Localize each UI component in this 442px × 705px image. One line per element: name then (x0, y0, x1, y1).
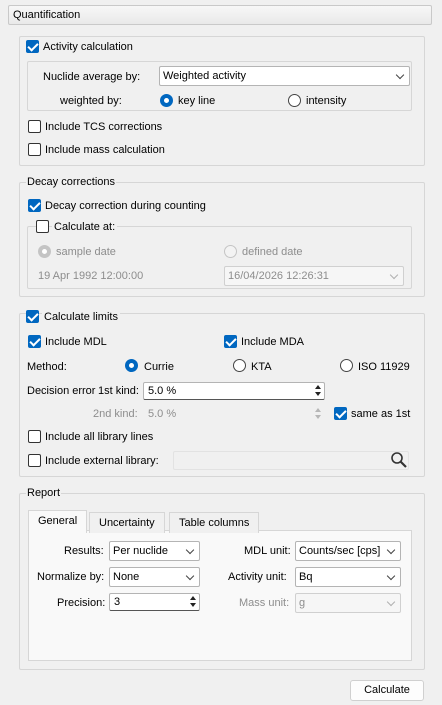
radio-defined-date-label: defined date (242, 246, 303, 258)
decay-during-counting-checkbox[interactable] (28, 199, 41, 212)
radio-sample-date-label: sample date (56, 246, 116, 258)
same-as-first-checkbox[interactable] (334, 407, 347, 420)
first-kind-input[interactable]: 5.0 % (143, 382, 325, 400)
report-group-title: Report (26, 487, 62, 499)
radio-iso-11929[interactable] (340, 359, 353, 372)
radio-key-line-label: key line (178, 95, 216, 107)
activity-unit-value: Bq (299, 571, 313, 583)
quantification-title: Quantification (13, 9, 81, 21)
mdl-unit-select[interactable]: Counts/sec [cps] (295, 541, 401, 561)
radio-sample-date[interactable] (38, 245, 51, 258)
external-library-path-input[interactable] (173, 451, 409, 470)
calculate-at-checkbox[interactable] (36, 220, 49, 233)
nuclide-average-value: Weighted activity (163, 70, 246, 82)
tab-general[interactable]: General (28, 510, 88, 533)
mdl-unit-label: MDL unit: (244, 545, 291, 557)
results-label: Results: (64, 545, 104, 557)
normalize-select[interactable]: None (109, 567, 200, 587)
mass-unit-value: g (299, 597, 306, 609)
results-value: Per nuclide (113, 545, 169, 557)
include-mda-label: Include MDA (241, 336, 304, 348)
activity-calculation-label: Activity calculation (43, 41, 133, 53)
include-external-library-label: Include external library: (45, 455, 159, 467)
second-kind-input[interactable]: 5.0 % (143, 405, 325, 423)
precision-input[interactable]: 3 (109, 593, 200, 611)
chevron-down-icon (389, 270, 399, 280)
include-external-library-checkbox[interactable] (28, 454, 41, 467)
include-all-library-lines-checkbox[interactable] (28, 430, 41, 443)
chevron-down-icon (185, 571, 195, 581)
include-mdl-checkbox[interactable] (28, 335, 41, 348)
first-kind-spinner[interactable] (313, 384, 323, 398)
first-kind-label: 1st kind: (98, 385, 139, 397)
precision-value: 3 (114, 596, 121, 608)
method-label: Method: (27, 361, 67, 373)
chevron-down-icon (386, 545, 396, 555)
mass-unit-label: Mass unit: (239, 597, 290, 609)
mass-calculation-checkbox[interactable] (28, 143, 41, 156)
radio-key-line[interactable] (160, 94, 173, 107)
chevron-down-icon (386, 597, 396, 607)
radio-currie[interactable] (125, 359, 138, 372)
search-icon[interactable] (390, 451, 408, 469)
tcs-corrections-checkbox[interactable] (28, 120, 41, 133)
calculate-button[interactable]: Calculate (350, 680, 424, 701)
radio-iso-11929-label: ISO 11929 (358, 361, 410, 373)
tab-uncertainty[interactable]: Uncertainty (89, 512, 165, 533)
calculate-limits-label: Calculate limits (42, 311, 120, 323)
include-mdl-label: Include MDL (45, 336, 107, 348)
precision-spinner[interactable] (188, 595, 198, 609)
include-all-library-lines-label: Include all library lines (45, 431, 154, 443)
nuclide-average-label: Nuclide average by: (43, 71, 141, 83)
normalize-label: Normalize by: (37, 571, 105, 583)
radio-defined-date[interactable] (224, 245, 237, 258)
radio-currie-label: Currie (144, 361, 174, 373)
tab-table-columns[interactable]: Table columns (169, 512, 260, 533)
second-kind-label: 2nd kind: (93, 408, 138, 420)
quantification-header[interactable]: Quantification (8, 5, 432, 25)
first-kind-value: 5.0 % (148, 385, 177, 397)
radio-kta-label: KTA (251, 361, 272, 373)
chevron-down-icon (386, 571, 396, 581)
calculate-limits-checkbox[interactable] (26, 310, 39, 323)
decay-during-counting-label: Decay correction during counting (45, 200, 206, 212)
mdl-unit-value: Counts/sec [cps] (299, 545, 381, 557)
decision-error-label: Decision error (27, 385, 96, 397)
activity-unit-select[interactable]: Bq (295, 567, 401, 587)
chevron-down-icon (185, 545, 195, 555)
sample-date-value: 19 Apr 1992 12:00:00 (38, 270, 144, 282)
normalize-value: None (113, 571, 140, 583)
radio-intensity-label: intensity (306, 95, 347, 107)
include-mda-checkbox[interactable] (224, 335, 237, 348)
precision-label: Precision: (57, 597, 106, 609)
chevron-down-icon (395, 70, 405, 80)
activity-calculation-checkbox[interactable] (26, 40, 39, 53)
defined-date-value: 16/04/2026 12:26:31 (228, 270, 329, 282)
second-kind-spinner[interactable] (313, 407, 323, 421)
same-as-first-label: same as 1st (351, 408, 411, 420)
second-kind-value: 5.0 % (148, 408, 177, 420)
decay-group-title: Decay corrections (26, 176, 117, 188)
weighted-by-label: weighted by: (60, 95, 122, 107)
nuclide-average-select[interactable]: Weighted activity (159, 66, 410, 86)
activity-unit-label: Activity unit: (228, 571, 287, 583)
mass-calculation-label: Include mass calculation (45, 144, 165, 156)
results-select[interactable]: Per nuclide (109, 541, 200, 561)
defined-date-picker[interactable]: 16/04/2026 12:26:31 (224, 266, 404, 286)
radio-intensity[interactable] (288, 94, 301, 107)
mass-unit-select[interactable]: g (295, 593, 401, 613)
radio-kta[interactable] (233, 359, 246, 372)
tcs-corrections-label: Include TCS corrections (45, 121, 163, 133)
calculate-at-label: Calculate at: (52, 221, 118, 233)
